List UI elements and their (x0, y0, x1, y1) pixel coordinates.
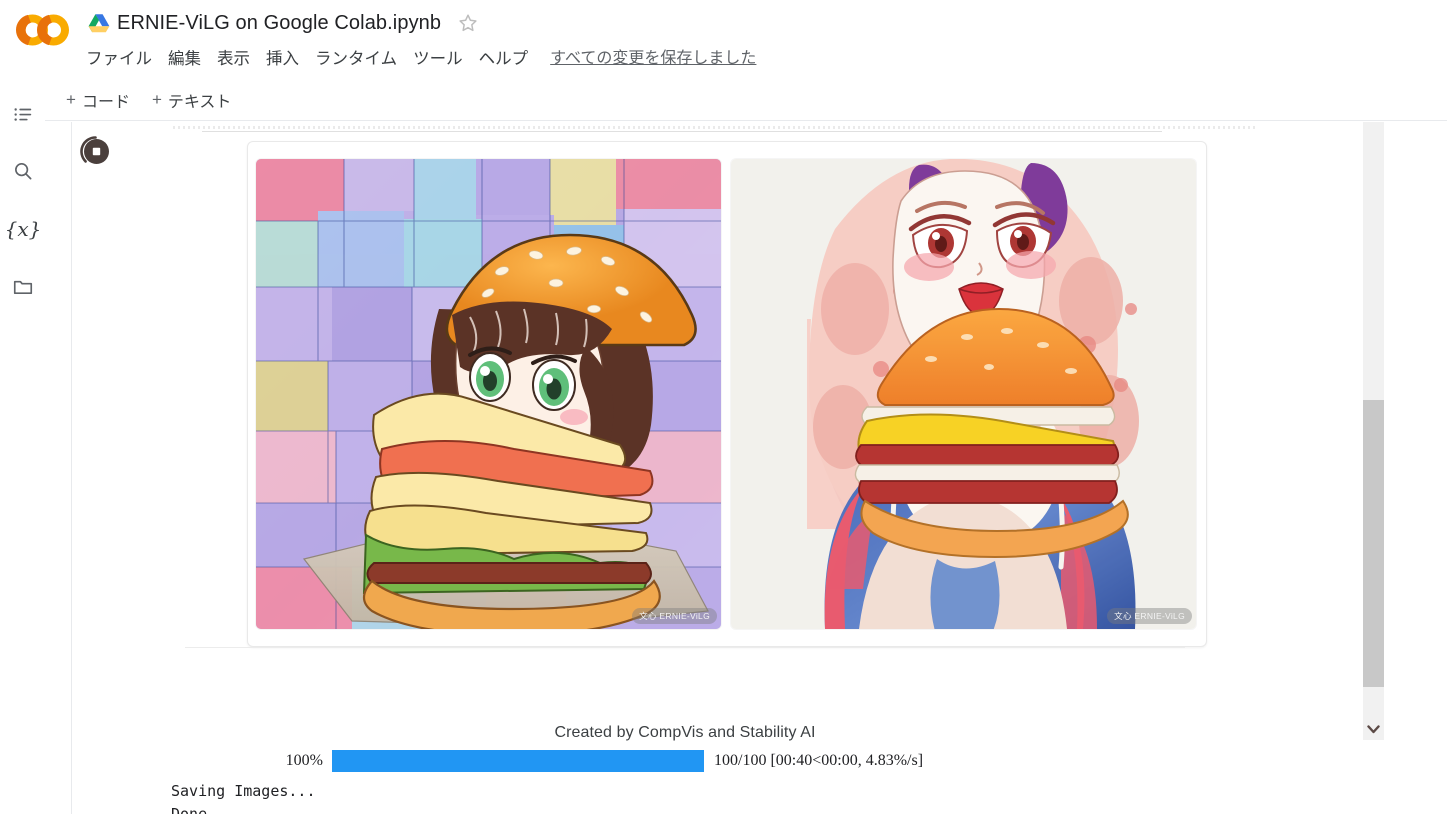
menu-item-help[interactable]: ヘルプ (471, 46, 537, 72)
menu-item-insert[interactable]: 挿入 (258, 46, 307, 72)
progress-meta-label: 100/100 [00:40<00:00, 4.83%/s] (714, 752, 924, 769)
add-text-label: テキスト (167, 93, 232, 111)
menu-item-runtime[interactable]: ランタイム (307, 46, 405, 72)
plus-icon: + (151, 90, 162, 109)
google-drive-icon (88, 13, 110, 33)
menu-item-edit[interactable]: 編集 (160, 46, 209, 72)
generated-image-2[interactable]: 文心 ERNIE-ViLG (731, 159, 1196, 629)
progress-percent-label: 100% (285, 752, 323, 769)
image-watermark: 文心 ERNIE-ViLG (1107, 608, 1192, 624)
add-code-cell-button[interactable]: + コード (66, 88, 130, 112)
menu-bar: ファイル 編集 表示 挿入 ランタイム ツール ヘルプ すべての変更を保存しまし… (86, 46, 756, 72)
table-of-contents-icon[interactable] (11, 103, 35, 127)
notebook-toolbar: + コード + テキスト (0, 78, 1447, 121)
notebook-scroll-area[interactable]: 文心 ERNIE-ViLG 文心 ERNIE-ViLG Created by C… (45, 122, 1447, 814)
toolbar-buttons: + コード + テキスト (66, 78, 231, 121)
cell-gutter-divider (71, 122, 72, 814)
search-icon[interactable] (11, 159, 35, 183)
plus-icon: + (66, 90, 76, 109)
colab-logo[interactable] (14, 8, 72, 52)
document-title-row: ERNIE-ViLG on Google Colab.ipynb (88, 8, 479, 38)
output-top-rule (202, 131, 1162, 132)
generated-images-gallery: 文心 ERNIE-ViLG 文心 ERNIE-ViLG (247, 141, 1207, 647)
menu-item-view[interactable]: 表示 (209, 46, 258, 72)
progress-bar-row: 100% 100/100 [00:40<00:00, 4.83%/s] (172, 748, 1182, 774)
save-status-link[interactable]: すべての変更を保存しました (550, 46, 756, 72)
page-title[interactable]: ERNIE-ViLG on Google Colab.ipynb (117, 12, 441, 35)
output-scrollbar-track[interactable] (1363, 122, 1384, 733)
output-divider (185, 647, 1185, 648)
credit-text: Created by CompVis and Stability AI (554, 724, 816, 741)
add-text-cell-button[interactable]: + テキスト (152, 88, 231, 112)
left-rail: {x} (0, 78, 45, 814)
output-scrollbar-thumb[interactable] (1363, 400, 1384, 687)
variables-icon[interactable]: {x} (5, 217, 42, 241)
stop-running-icon[interactable] (77, 133, 114, 170)
generated-image-1[interactable]: 文心 ERNIE-ViLG (256, 159, 721, 629)
app-header: ERNIE-ViLG on Google Colab.ipynb ファイル 編集… (0, 0, 1447, 78)
image-watermark: 文心 ERNIE-ViLG (632, 608, 717, 624)
cell-output-area: 文心 ERNIE-ViLG 文心 ERNIE-ViLG Created by C… (171, 122, 1384, 814)
menu-item-tools[interactable]: ツール (405, 46, 471, 72)
progress-bar-track (332, 750, 704, 772)
stdout-text: Saving Images... Done (171, 782, 316, 814)
progress-bar-fill (332, 750, 704, 772)
add-code-label: コード (81, 93, 130, 111)
menu-item-file[interactable]: ファイル (86, 46, 160, 72)
colab-window: ERNIE-ViLG on Google Colab.ipynb ファイル 編集… (0, 0, 1447, 814)
chevron-down-icon[interactable] (1363, 718, 1384, 740)
star-outline-icon[interactable] (457, 12, 479, 34)
files-icon[interactable] (11, 275, 35, 299)
